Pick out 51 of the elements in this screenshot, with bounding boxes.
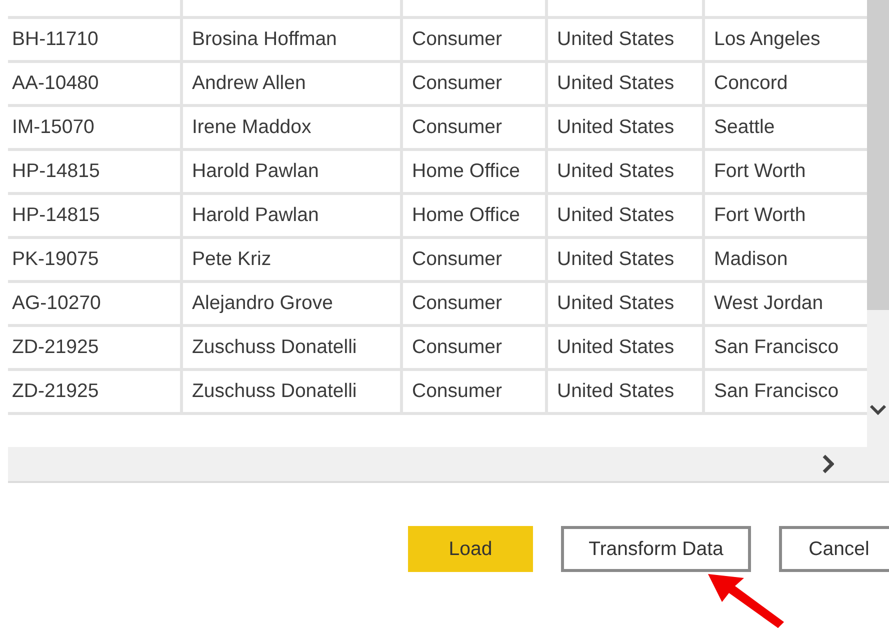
table-cell-text: Fort Worth — [713, 203, 807, 228]
table-cell: IM-15070 — [8, 107, 183, 148]
table-cell: Consumer — [403, 63, 548, 104]
table-cell-text: Seattle — [713, 115, 776, 140]
chevron-right-icon[interactable] — [822, 454, 834, 474]
table-cell: United States — [548, 63, 705, 104]
table-cell: Zuschuss Donatelli — [183, 327, 403, 368]
table-cell: AG-10270 — [8, 283, 183, 324]
table-cell-text: Madison — [713, 247, 789, 272]
table-cell: Consumer — [403, 283, 548, 324]
table-cell: Harold Pawlan — [183, 195, 403, 236]
table-cell-text: San Francisco — [713, 379, 840, 404]
table-cell: Consumer — [403, 19, 548, 60]
table-cell: Brosina Hoffman — [183, 19, 403, 60]
table-cell-text: West Jordan — [713, 291, 824, 316]
table-cell: Irene Maddox — [183, 107, 403, 148]
table-cell-text: Los Angeles — [713, 27, 822, 52]
cancel-button[interactable]: Cancel — [779, 526, 889, 572]
table-cell: Home Office — [403, 151, 548, 192]
table-cell: United States — [548, 239, 705, 280]
table-cell: Alejandro Grove — [183, 283, 403, 324]
table-cell: United States — [548, 195, 705, 236]
table-cell: United States — [548, 327, 705, 368]
table-cell: United States — [548, 151, 705, 192]
table-cell: PK-19075 — [8, 239, 183, 280]
table-cell: Consumer — [403, 239, 548, 280]
table-cell: United States — [548, 283, 705, 324]
table-cell: Pete Kriz — [183, 239, 403, 280]
table-cell: Consumer — [403, 107, 548, 148]
table-cell: United States — [548, 107, 705, 148]
table-cell-text: Fort Worth — [713, 159, 807, 184]
table-cell: Consumer — [403, 327, 548, 368]
load-button[interactable]: Load — [408, 526, 533, 572]
table-cell: HP-14815 — [8, 151, 183, 192]
table-cell: BH-11710 — [8, 19, 183, 60]
table-cell: ZD-21925 — [8, 371, 183, 412]
chevron-down-icon[interactable] — [869, 404, 887, 415]
table-cell: ZD-21925 — [8, 327, 183, 368]
transform-data-button[interactable]: Transform Data — [561, 526, 751, 572]
table-cell: Consumer — [403, 371, 548, 412]
table-cell: Harold Pawlan — [183, 151, 403, 192]
table-cell: United States — [548, 19, 705, 60]
table-cell: Andrew Allen — [183, 63, 403, 104]
scrollbar-thumb[interactable] — [867, 0, 889, 310]
table-cell: United States — [548, 371, 705, 412]
table-cell: HP-14815 — [8, 195, 183, 236]
table-cell: Zuschuss Donatelli — [183, 371, 403, 412]
table-cell-text: San Francisco — [713, 335, 840, 360]
table-cell: Home Office — [403, 195, 548, 236]
table-cell: AA-10480 — [8, 63, 183, 104]
table-cell-text: Concord — [713, 71, 789, 96]
